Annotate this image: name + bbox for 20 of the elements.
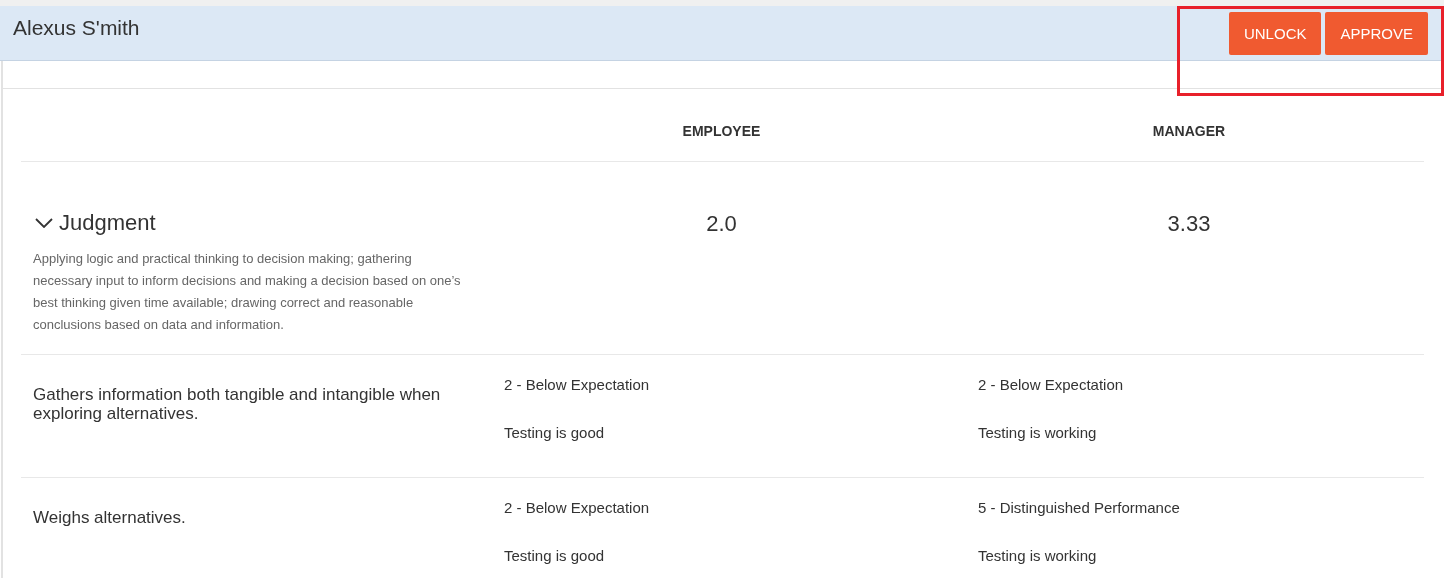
column-header: EMPLOYEE (682, 123, 761, 139)
comment-text: Testing is working (978, 547, 1097, 564)
behavior-text: Weighs alternatives. (33, 508, 186, 527)
behavior-text: Gathers information both tangible and intangible when exploring alternatives. (33, 385, 441, 423)
comment-text: Testing is good (504, 424, 605, 441)
rating-text: 2 - Below Expectation (504, 499, 650, 516)
action-button[interactable]: APPROVE (1325, 12, 1428, 55)
rating-text: 2 - Below Expectation (978, 376, 1124, 393)
column-header: MANAGER (1152, 123, 1226, 139)
comment-text: Testing is working (978, 424, 1097, 441)
rating-text: 2 - Below Expectation (504, 376, 650, 393)
rating-text: 5 - Distinguished Performance (978, 499, 1180, 516)
manager-score: 3.33 (1167, 211, 1211, 236)
comment-text: Testing is good (504, 547, 605, 564)
competency-title: Judgment (59, 210, 156, 236)
chevron-icon[interactable] (35, 218, 53, 228)
competency-description: Applying logic and practical thinking to decision making; gathering necessary input to inform decisions and making a decision based on one’s best thinking given time available; drawing correct and reasonable conclusions based on data and information. (33, 250, 462, 334)
action-button[interactable]: UNLOCK (1228, 12, 1322, 55)
employee-name: Alexus S'mith (13, 16, 140, 40)
employee-score: 2.0 (706, 211, 737, 236)
